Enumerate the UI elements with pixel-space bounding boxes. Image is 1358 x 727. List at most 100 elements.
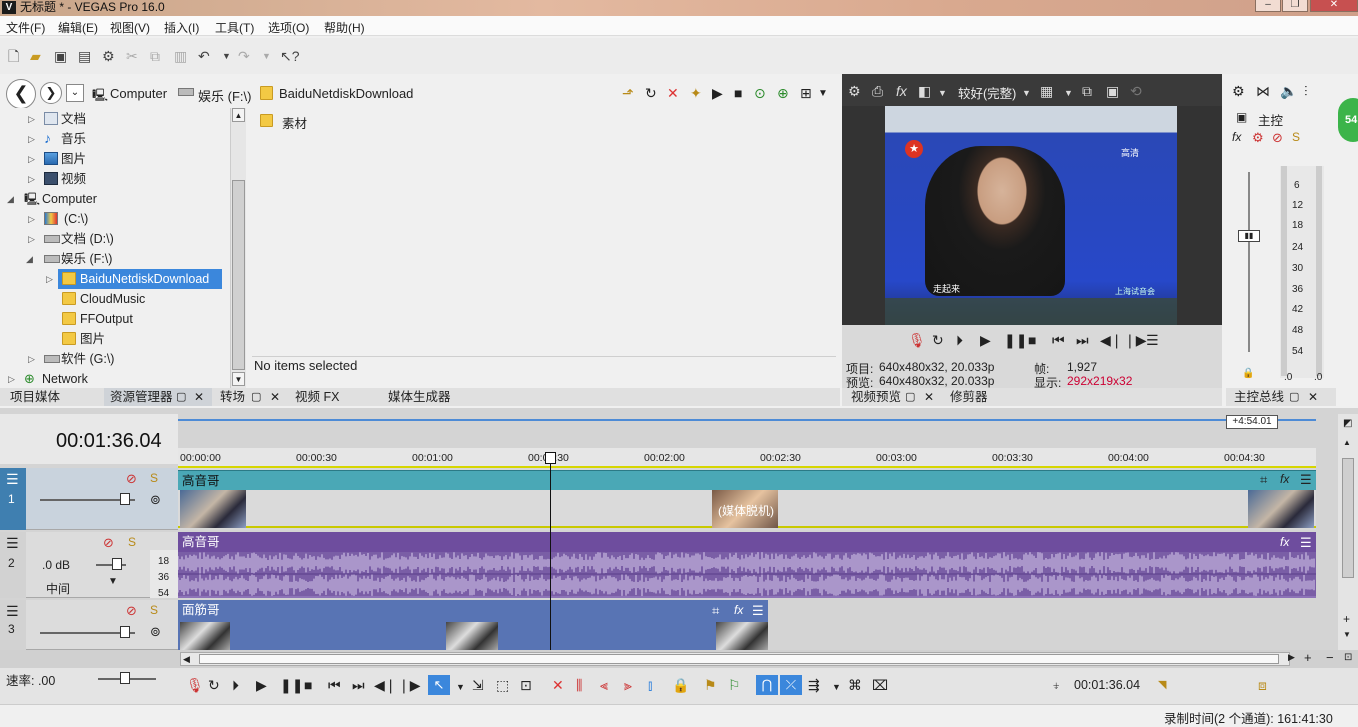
mixer-sliders-icon[interactable]: ⫶ [1304, 83, 1308, 99]
track-2-header[interactable]: ☰ 2 ⊘ S .0 dB 中间 ▼ 18 36 54 [0, 532, 178, 599]
tab-media-generators[interactable]: 媒体生成器 [388, 388, 451, 406]
solo-icon[interactable]: S [150, 603, 158, 617]
preview-menu-icon[interactable]: ☰ [1146, 332, 1159, 348]
volume-slider-handle[interactable] [112, 558, 122, 570]
loop-region-bar[interactable] [178, 419, 1316, 421]
open-folder-icon[interactable]: ▰ [30, 48, 41, 64]
zoom-edit-tool-icon[interactable]: ⊡ [520, 677, 532, 693]
minimize-button[interactable]: – [1255, 0, 1281, 12]
get-media-icon[interactable]: ⊕ [777, 85, 789, 101]
trim-end-icon[interactable]: ⫸ [624, 677, 632, 693]
delete-event-icon[interactable]: ✕ [552, 677, 564, 693]
compositing-icon[interactable]: ⊚ [150, 624, 161, 640]
scrollbar-thumb[interactable] [1342, 458, 1354, 578]
auto-ripple-icon[interactable]: ⇶ [808, 677, 820, 693]
preview-settings-gear-icon[interactable]: ⚙ [848, 83, 861, 99]
compositing-icon[interactable]: ⊚ [150, 492, 161, 508]
project-end-marker[interactable]: +4:54.01 [1226, 415, 1278, 429]
undo-dropdown-icon[interactable]: ▼ [222, 48, 231, 64]
split-dropdown-icon[interactable]: ▼ [938, 85, 947, 101]
menu-tools[interactable]: 工具(T) [215, 19, 254, 36]
play-from-start-icon[interactable]: ⏵ [232, 677, 239, 693]
tab-video-fx[interactable]: 视频 FX [295, 388, 339, 406]
play-from-start-icon[interactable]: ⏵ [956, 332, 963, 348]
next-frame-icon[interactable]: ❘▶ [1124, 332, 1147, 348]
back-button[interactable]: ❮ [6, 79, 36, 109]
views-dropdown-icon[interactable]: ▼ [818, 86, 828, 102]
event-fx-icon[interactable]: fx [1280, 535, 1289, 549]
track-menu-icon[interactable]: ☰ [6, 603, 19, 620]
track-2-lane[interactable]: 高音哥 fx ☰ [178, 532, 1316, 598]
tab-video-preview[interactable]: 视频预览 [851, 388, 901, 406]
copy-icon[interactable]: ⧉ [150, 48, 160, 64]
new-file-icon[interactable]: 🗋 [8, 48, 19, 64]
event-fx-icon[interactable]: fx [734, 603, 743, 617]
lock-envelopes-icon[interactable]: ⌘ [848, 677, 862, 693]
event-fx-icon[interactable]: fx [1280, 472, 1289, 486]
track-menu-icon[interactable]: ☰ [6, 471, 19, 488]
master-fx-icon[interactable]: fx [1232, 130, 1241, 144]
menu-edit[interactable]: 编辑(E) [58, 19, 98, 36]
undock-icon[interactable]: ▢ [176, 388, 186, 406]
pause-icon[interactable]: ❚❚ [280, 677, 303, 693]
insert-fx-icon[interactable]: ⚙ [1252, 130, 1264, 146]
opacity-slider-handle[interactable] [120, 493, 130, 505]
playhead-handle[interactable] [545, 452, 556, 464]
undock-icon[interactable]: ▢ [905, 388, 915, 406]
undock-icon[interactable]: ▢ [251, 388, 261, 406]
edit-tool-dropdown-icon[interactable]: ▼ [456, 679, 465, 695]
track-3-header[interactable]: ☰ 3 ⊘ S ⊚ [0, 600, 178, 650]
downmix-icon[interactable]: ⋈ [1256, 83, 1270, 99]
pause-icon[interactable]: ❚❚ [1004, 332, 1027, 348]
close-button[interactable]: ✕ [1310, 0, 1358, 12]
breadcrumb-drive[interactable]: 娱乐 (F:\) [198, 86, 251, 105]
delete-icon[interactable]: ✕ [667, 85, 679, 101]
zoom-out-horizontal-icon[interactable]: − [1326, 650, 1334, 665]
history-dropdown-button[interactable]: ⌄ [66, 84, 84, 102]
opacity-slider-handle[interactable] [120, 626, 130, 638]
master-settings-gear-icon[interactable]: ⚙ [1232, 83, 1245, 99]
stop-icon[interactable]: ■ [304, 677, 312, 693]
event-menu-icon[interactable]: ☰ [752, 603, 764, 619]
menu-options[interactable]: 选项(O) [268, 19, 309, 36]
lock-icon[interactable]: 🔒 [1242, 368, 1254, 379]
stop-preview-icon[interactable]: ■ [734, 85, 742, 101]
track-3-lane[interactable]: 面筋哥 ⌗ fx ☰ [178, 600, 1316, 650]
overlays-dropdown-icon[interactable]: ▼ [1064, 85, 1073, 101]
ignore-grouping-icon[interactable]: ⌧ [872, 677, 888, 693]
track-1-header[interactable]: ☰ 1 ⊘ S ⊚ [0, 468, 178, 530]
close-tab-icon[interactable]: ✕ [194, 388, 204, 406]
tab-trimmer[interactable]: 修剪器 [950, 388, 988, 406]
add-favorite-icon[interactable]: ✦ [690, 85, 702, 101]
save-as-icon[interactable]: ▤ [78, 48, 91, 64]
go-to-start-icon[interactable]: ⏮ [1052, 332, 1065, 348]
close-tab-icon[interactable]: ✕ [270, 388, 280, 406]
scrollbar-thumb[interactable] [232, 180, 245, 370]
overlays-grid-icon[interactable]: ▦ [1040, 83, 1053, 99]
tab-master-bus[interactable]: 主控总线 [1234, 388, 1284, 406]
record-icon[interactable]: 🎙 [186, 677, 204, 693]
solo-icon[interactable]: S [150, 471, 158, 485]
up-folder-icon[interactable]: ⬏ [622, 85, 634, 101]
event-menu-icon[interactable]: ☰ [1300, 472, 1312, 488]
mute-icon[interactable]: ⊘ [1272, 130, 1283, 146]
track-3-clip-header[interactable]: 面筋哥 [178, 600, 768, 620]
tab-transitions[interactable]: 转场 [220, 388, 245, 406]
go-to-end-icon[interactable]: ⏭ [352, 677, 365, 693]
track-2-clip-header[interactable]: 高音哥 [178, 532, 1316, 552]
event-menu-icon[interactable]: ☰ [1300, 535, 1312, 551]
play-icon[interactable]: ▶ [980, 332, 991, 348]
envelope-tool-icon[interactable]: ⇲ [472, 677, 484, 693]
solo-icon[interactable]: S [1292, 130, 1300, 144]
timeline-horizontal-scrollbar[interactable]: ◀ [180, 652, 1290, 666]
track-menu-icon[interactable]: ☰ [6, 535, 19, 552]
mute-icon[interactable]: ⊘ [126, 471, 137, 487]
trim-start-icon[interactable]: ⫷ [600, 677, 608, 693]
playhead-cursor[interactable] [550, 452, 551, 650]
speaker-icon[interactable]: 🔈 [1280, 83, 1297, 99]
zoom-tool-icon[interactable]: ⊡ [1344, 652, 1352, 663]
insert-region-icon[interactable]: ⚐ [728, 677, 741, 693]
go-to-end-icon[interactable]: ⏭ [1076, 332, 1089, 348]
tab-explorer[interactable]: 资源管理器 [110, 388, 173, 406]
tab-project-media[interactable]: 项目媒体 [10, 388, 60, 406]
